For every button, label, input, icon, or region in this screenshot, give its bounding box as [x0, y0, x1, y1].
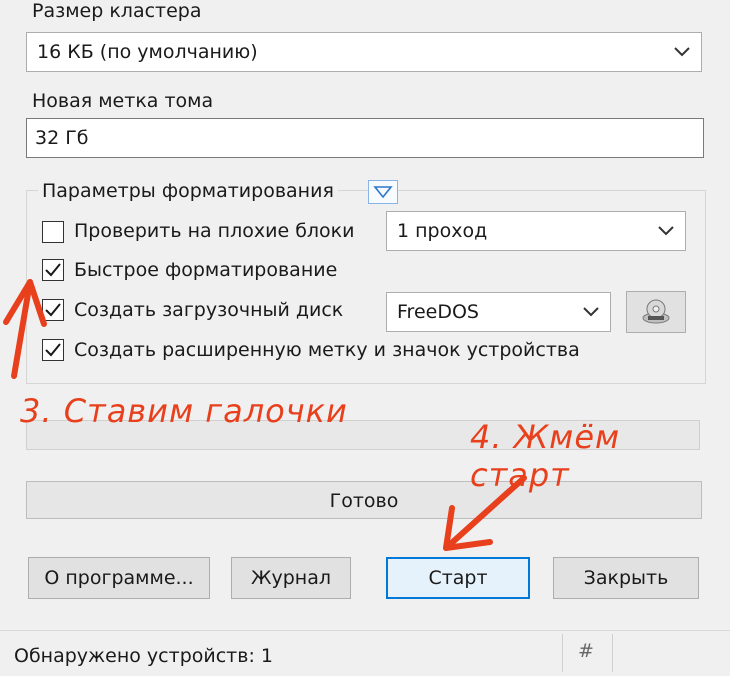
- annotation-arrows: [3, 279, 527, 551]
- arrow-up-icon: [3, 279, 47, 379]
- arrow-down-left-icon: [443, 475, 527, 551]
